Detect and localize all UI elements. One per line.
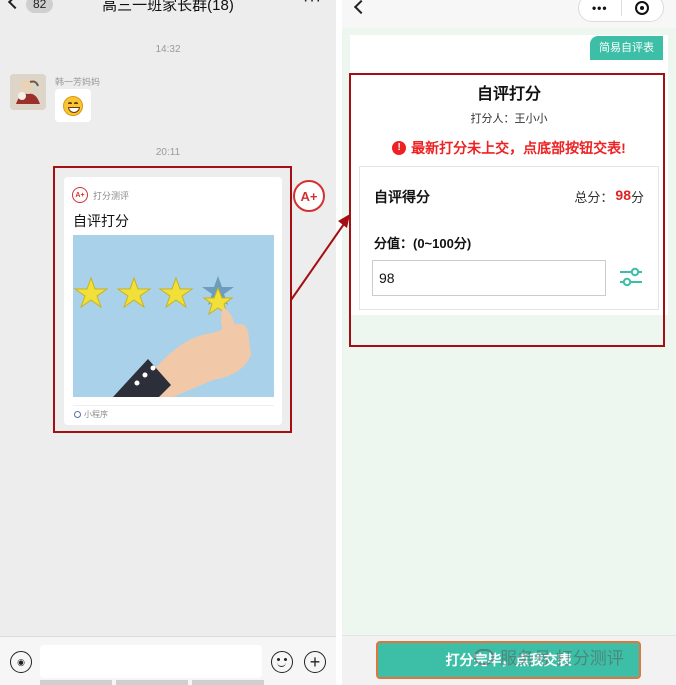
emoji-message[interactable] bbox=[55, 89, 91, 122]
bottom-strip bbox=[0, 680, 336, 685]
more-icon[interactable]: ••• bbox=[579, 1, 621, 15]
form-tag: 简易自评表 bbox=[590, 36, 663, 60]
close-circle-icon[interactable] bbox=[621, 1, 663, 15]
voice-icon[interactable]: ◉ bbox=[10, 651, 32, 673]
plus-icon[interactable]: + bbox=[304, 651, 326, 673]
timestamp: 20:11 bbox=[155, 147, 181, 158]
card-highlight-frame bbox=[53, 166, 292, 433]
app-avatar[interactable]: A+ bbox=[293, 180, 325, 212]
capsule-menu: ••• bbox=[578, 0, 664, 22]
panel-highlight-frame bbox=[349, 73, 665, 347]
chevron-left-icon[interactable] bbox=[353, 0, 369, 15]
more-icon[interactable]: ··· bbox=[303, 0, 322, 10]
mini-program-page: ••• 简易自评表 自评打分 打分人：王小小 ! 最新打分未上交，点底部按钮交表… bbox=[342, 0, 676, 685]
avatar-image bbox=[10, 74, 46, 110]
input-bar: ◉ + bbox=[0, 636, 336, 685]
chat-window: 82 高三一班家长群(18) ··· 14:32 韩一芳妈妈 20:11 A+ … bbox=[0, 0, 336, 685]
message-input[interactable] bbox=[40, 645, 262, 678]
sender-name: 韩一芳妈妈 bbox=[55, 77, 101, 87]
mini-program-navbar: ••• bbox=[342, 0, 676, 28]
grin-emoji-icon bbox=[63, 95, 83, 116]
avatar[interactable] bbox=[10, 74, 46, 110]
chat-header: 82 高三一班家长群(18) ··· bbox=[0, 0, 336, 18]
chat-title: 高三一班家长群(18) bbox=[102, 0, 234, 14]
emoji-icon[interactable] bbox=[271, 651, 293, 673]
timestamp: 14:32 bbox=[155, 44, 181, 55]
submit-button[interactable]: 打分完毕，点我交表 bbox=[376, 641, 641, 679]
